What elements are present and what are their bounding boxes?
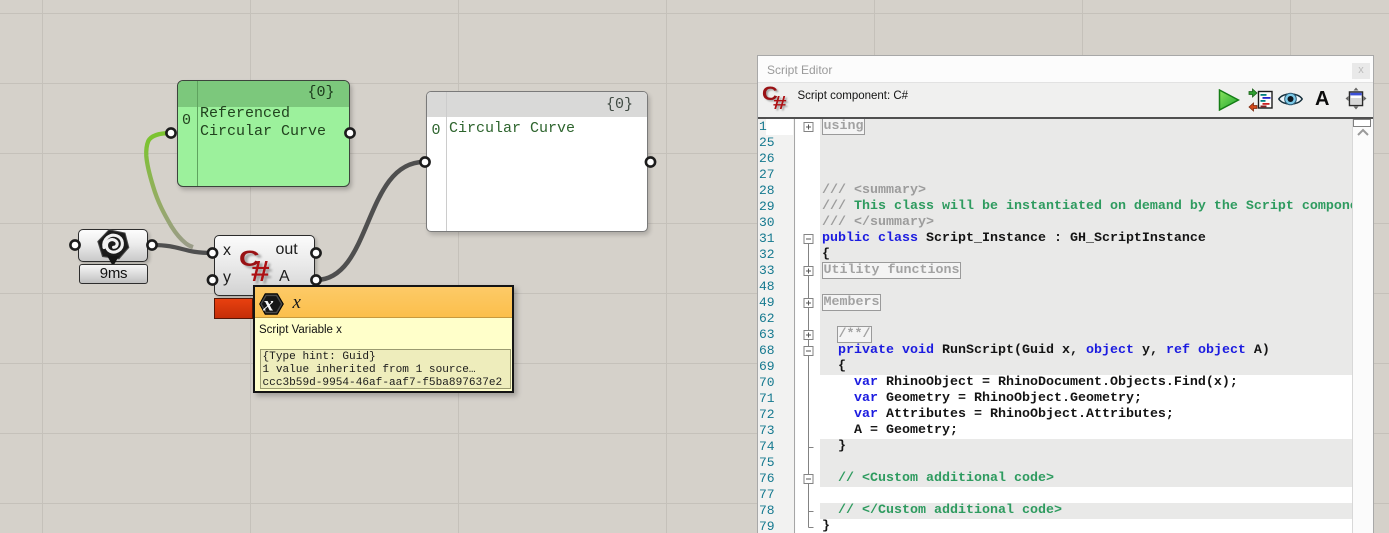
svg-text:x: x <box>262 293 274 315</box>
